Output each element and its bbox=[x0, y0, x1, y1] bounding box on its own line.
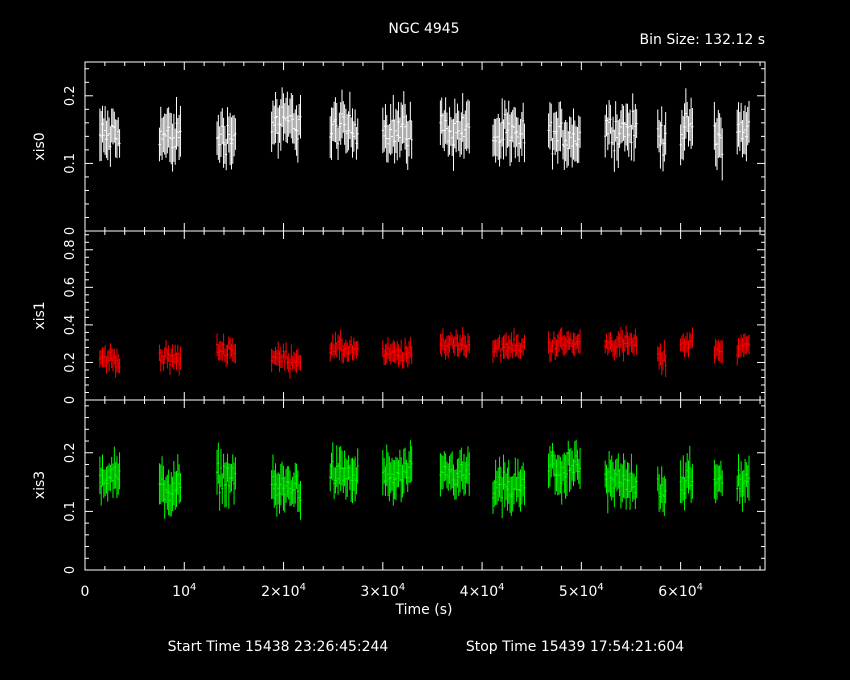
bin-size-label: Bin Size: 132.12 s bbox=[640, 32, 765, 48]
plot-title: NGC 4945 bbox=[388, 21, 459, 37]
y-tick-label: 0.6 bbox=[63, 277, 78, 298]
x-tick-label: 6×104 bbox=[658, 582, 703, 600]
y-axis-label-xis0: xis0 bbox=[32, 132, 48, 160]
y-tick-label: 0.4 bbox=[63, 315, 78, 336]
y-tick-label: 0.1 bbox=[63, 501, 78, 522]
y-tick-label: 0 bbox=[63, 566, 78, 574]
y-axis-label-xis3: xis3 bbox=[32, 471, 48, 499]
y-tick-label: 0.1 bbox=[63, 153, 78, 174]
start-time-label: Start Time 15438 23:26:45:244 bbox=[168, 639, 389, 655]
x-tick-label: 0 bbox=[81, 584, 90, 600]
x-axis-label: Time (s) bbox=[395, 602, 453, 618]
y-tick-label: 0 bbox=[63, 396, 78, 404]
plot-background bbox=[0, 0, 850, 680]
x-tick-label: 4×104 bbox=[460, 582, 505, 600]
y-tick-label: 0.8 bbox=[63, 239, 78, 260]
y-tick-label: 0.2 bbox=[63, 442, 78, 463]
y-axis-label-xis1: xis1 bbox=[32, 301, 48, 329]
x-tick-label: 2×104 bbox=[261, 582, 306, 600]
y-tick-label: 0.2 bbox=[63, 352, 78, 373]
y-tick-label: 0.2 bbox=[63, 85, 78, 106]
y-tick-label: 0 bbox=[63, 227, 78, 235]
x-tick-label: 5×104 bbox=[559, 582, 604, 600]
stop-time-label: Stop Time 15439 17:54:21:604 bbox=[466, 639, 684, 655]
light-curve-plot: NGC 4945 Bin Size: 132.12 s Start Time 1… bbox=[0, 0, 850, 680]
x-tick-label: 3×104 bbox=[360, 582, 405, 600]
